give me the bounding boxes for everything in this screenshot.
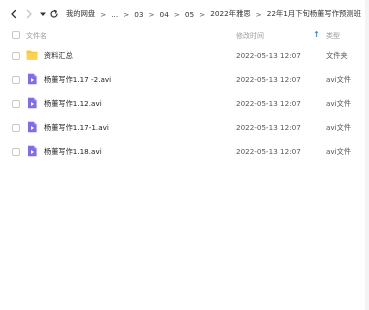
row-checkbox[interactable] (12, 148, 20, 156)
toolbar: 我的网盘 > ... > 03 > 04 > 05 > 2022年雅思 > 22… (4, 4, 369, 24)
file-name[interactable]: 杨董写作1.12.avi (44, 99, 102, 109)
breadcrumb-item-root[interactable]: 我的网盘 (65, 9, 96, 19)
file-modified-time: 2022-05-13 12:07 (236, 123, 301, 132)
file-type: 文件夹 (326, 51, 348, 60)
file-row[interactable]: 资料汇总 2022-05-13 12:07 文件夹 (4, 45, 364, 67)
file-row[interactable]: 杨董写作1.17 -2.avi 2022-05-13 12:07 avi文件 (4, 69, 364, 91)
file-modified-time: 2022-05-13 12:07 (236, 51, 301, 60)
breadcrumb-separator: > (123, 9, 130, 19)
breadcrumb: 我的网盘 > ... > 03 > 04 > 05 > 2022年雅思 > 22… (65, 9, 369, 19)
forward-button[interactable] (24, 6, 34, 22)
column-header-type[interactable]: 类型 (326, 31, 340, 41)
file-name[interactable]: 杨董写作1.18.avi (44, 147, 102, 157)
file-type: avi文件 (326, 75, 352, 84)
file-list-header: 文件名 修改时间 ↑ 类型 (4, 28, 364, 44)
row-checkbox[interactable] (12, 52, 20, 60)
history-dropdown-button[interactable] (38, 6, 48, 22)
column-header-name[interactable]: 文件名 (26, 31, 47, 41)
refresh-button[interactable] (49, 6, 59, 22)
refresh-icon (50, 9, 58, 18)
file-type: avi文件 (326, 99, 352, 108)
breadcrumb-item-current[interactable]: 22年1月下旬杨董写作预测班 (266, 9, 362, 19)
breadcrumb-separator: > (199, 9, 206, 19)
file-type: avi文件 (326, 147, 352, 156)
file-type: avi文件 (326, 123, 352, 132)
breadcrumb-separator: > (148, 9, 155, 19)
row-checkbox[interactable] (12, 76, 20, 84)
file-modified-time: 2022-05-13 12:07 (236, 147, 301, 156)
back-button[interactable] (9, 6, 19, 22)
window-edge (365, 0, 369, 310)
video-file-icon (28, 97, 37, 109)
video-file-icon (28, 145, 37, 157)
breadcrumb-item-05[interactable]: 05 (184, 10, 195, 19)
file-modified-time: 2022-05-13 12:07 (236, 75, 301, 84)
breadcrumb-item-ellipsis[interactable]: ... (110, 10, 119, 19)
video-file-icon (28, 73, 37, 85)
select-all-checkbox[interactable] (12, 31, 20, 39)
breadcrumb-separator: > (100, 9, 107, 19)
breadcrumb-item-04[interactable]: 04 (159, 10, 170, 19)
breadcrumb-separator: > (255, 9, 262, 19)
row-checkbox[interactable] (12, 124, 20, 132)
file-row[interactable]: 杨董写作1.18.avi 2022-05-13 12:07 avi文件 (4, 141, 364, 163)
file-name[interactable]: 杨董写作1.17 -2.avi (44, 75, 111, 85)
row-checkbox[interactable] (12, 100, 20, 108)
file-row[interactable]: 杨董写作1.12.avi 2022-05-13 12:07 avi文件 (4, 93, 364, 115)
caret-down-icon (40, 12, 46, 16)
chevron-left-icon (11, 9, 17, 19)
folder-icon (26, 50, 38, 60)
file-name[interactable]: 杨董写作1.17-1.avi (44, 123, 109, 133)
breadcrumb-item-03[interactable]: 03 (133, 10, 144, 19)
breadcrumb-item-2022[interactable]: 2022年雅思 (209, 9, 251, 19)
chevron-right-icon (26, 9, 32, 19)
sort-ascending-icon[interactable]: ↑ (313, 30, 320, 39)
video-file-icon (28, 121, 37, 133)
file-name[interactable]: 资料汇总 (44, 51, 73, 61)
file-modified-time: 2022-05-13 12:07 (236, 99, 301, 108)
breadcrumb-separator: > (173, 9, 180, 19)
file-row[interactable]: 杨董写作1.17-1.avi 2022-05-13 12:07 avi文件 (4, 117, 364, 139)
column-header-time[interactable]: 修改时间 (236, 31, 264, 41)
file-browser: 我的网盘 > ... > 03 > 04 > 05 > 2022年雅思 > 22… (4, 0, 369, 310)
